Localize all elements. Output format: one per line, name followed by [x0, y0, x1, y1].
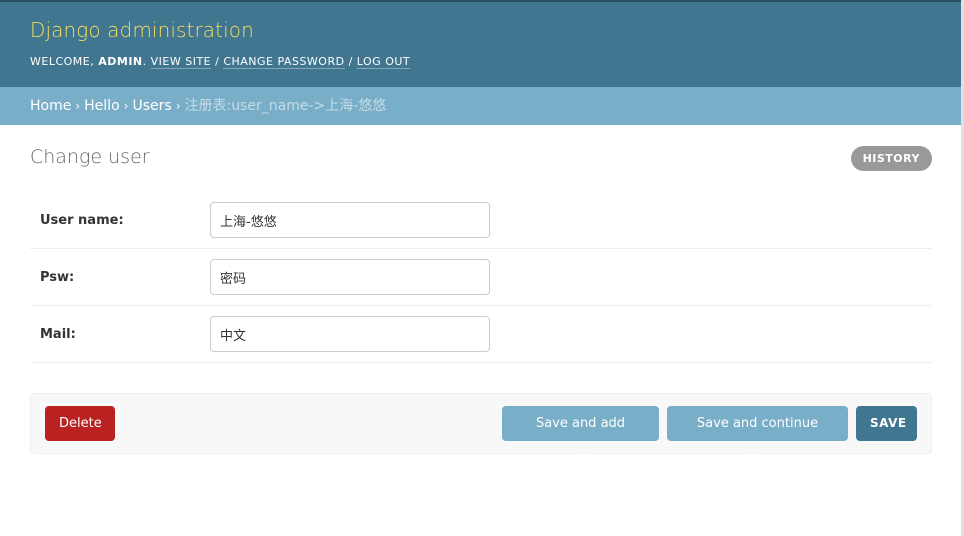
psw-label: Psw: — [40, 270, 75, 285]
breadcrumb-users[interactable]: Users — [132, 98, 171, 114]
submit-row: Delete Save and add another Save and con… — [30, 393, 932, 466]
breadcrumb-separator: › — [75, 99, 81, 113]
header: Django administration WELCOME, ADMIN. VI… — [0, 0, 964, 87]
form-row-user-name: User name: — [30, 192, 932, 249]
psw-input[interactable] — [210, 259, 490, 295]
username: ADMIN — [98, 55, 143, 68]
user-name-label: User name: — [40, 213, 124, 228]
form-row-mail: Mail: — [30, 306, 932, 363]
view-site-link[interactable]: VIEW SITE — [150, 55, 212, 69]
mail-input[interactable] — [210, 316, 490, 352]
page-title: Change user — [30, 146, 150, 168]
user-name-input[interactable] — [210, 202, 490, 238]
save-and-continue-editing-button[interactable]: Save and continue editing — [667, 406, 848, 466]
breadcrumb-current: 注册表:user_name->上海-悠悠 — [184, 98, 387, 114]
breadcrumb-hello[interactable]: Hello — [84, 98, 120, 114]
breadcrumb-separator: › — [175, 99, 181, 113]
save-button[interactable]: SAVE — [856, 406, 917, 441]
user-tools-separator: / — [344, 55, 357, 68]
change-password-link[interactable]: CHANGE PASSWORD — [223, 55, 345, 69]
welcome-text: WELCOME, — [30, 55, 99, 68]
breadcrumb-separator: › — [123, 99, 129, 113]
user-tools-separator: / — [211, 55, 224, 68]
delete-button[interactable]: Delete — [45, 406, 115, 441]
form-row-psw: Psw: — [30, 249, 932, 306]
save-and-add-another-button[interactable]: Save and add another — [502, 406, 659, 466]
welcome-suffix: . — [142, 55, 151, 68]
breadcrumb: Home › Hello › Users › 注册表:user_name->上海-悠悠 — [0, 87, 964, 125]
breadcrumb-home[interactable]: Home — [30, 98, 71, 114]
log-out-link[interactable]: LOG OUT — [356, 55, 411, 69]
mail-label: Mail: — [40, 327, 76, 342]
history-button[interactable]: HISTORY — [850, 146, 932, 171]
site-branding[interactable]: Django administration — [30, 18, 254, 42]
user-tools: WELCOME, ADMIN. VIEW SITE / CHANGE PASSW… — [30, 55, 411, 69]
